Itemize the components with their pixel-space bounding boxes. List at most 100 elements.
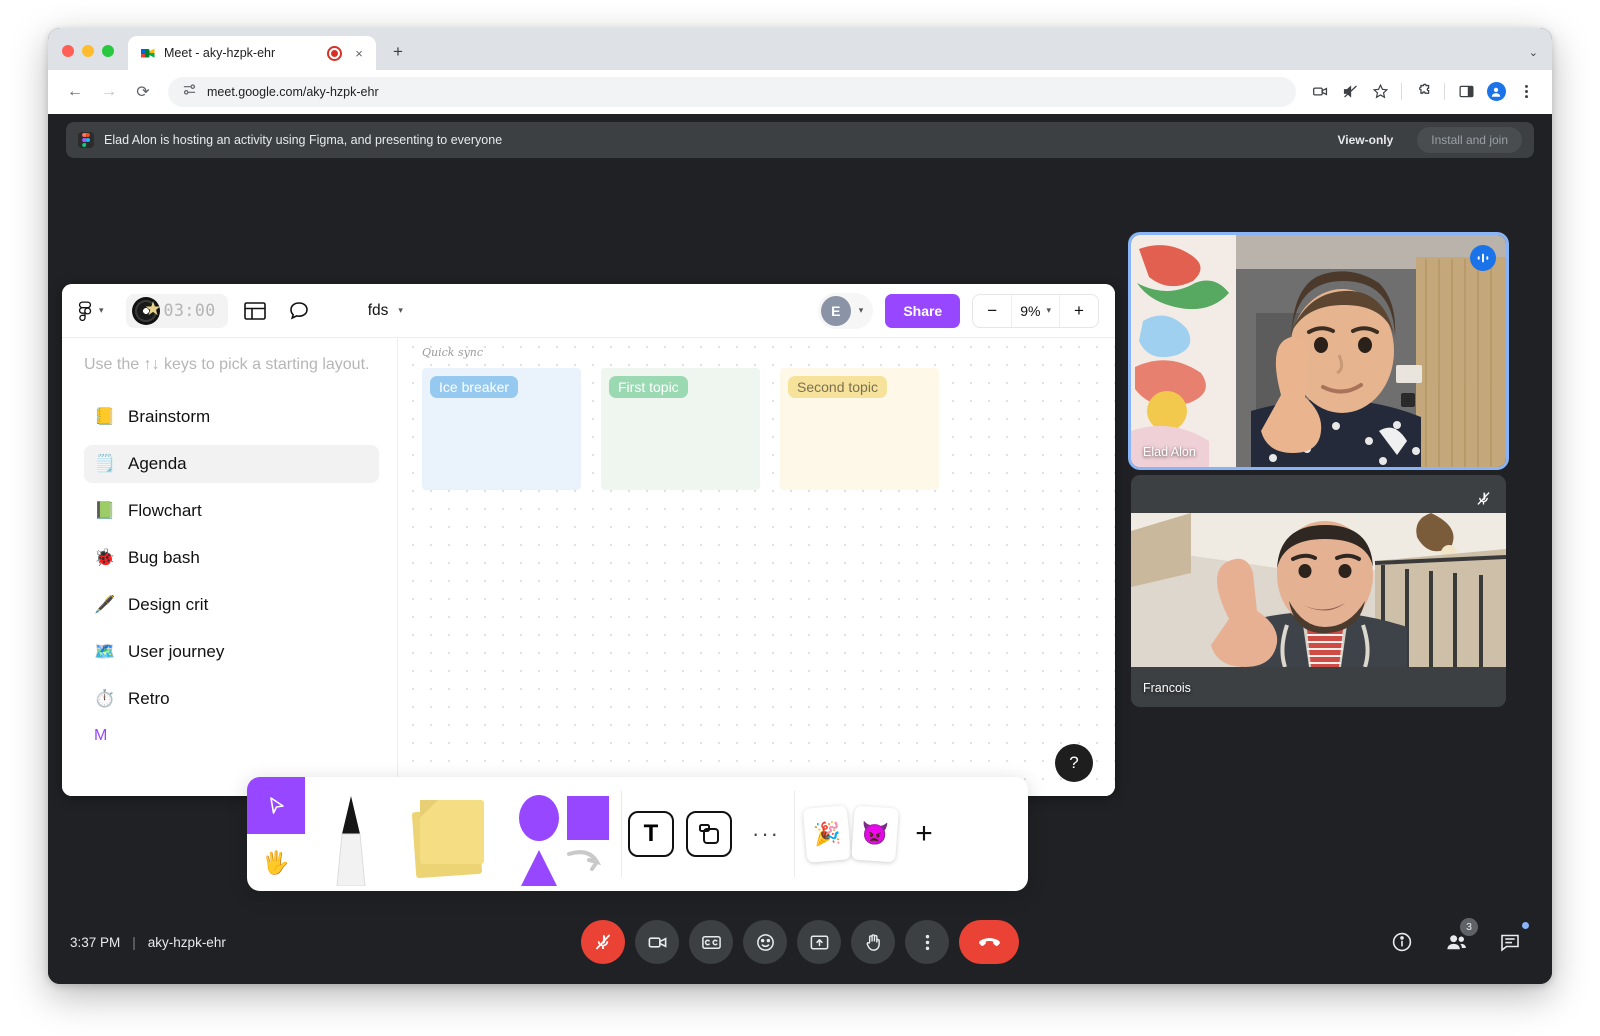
- activity-timer[interactable]: ★ 03:00: [125, 293, 228, 328]
- google-meet-favicon: [140, 45, 156, 61]
- sticky-note-icon[interactable]: [397, 777, 501, 891]
- agenda-icon: 🗒️: [94, 453, 116, 473]
- template-item-user-journey[interactable]: 🗺️ User journey: [84, 633, 379, 671]
- music-disc-icon: ★: [131, 296, 162, 325]
- browser-menu-icon[interactable]: [1512, 78, 1540, 106]
- forward-button[interactable]: →: [94, 77, 124, 107]
- microphone-button[interactable]: [581, 920, 625, 964]
- bookmark-star-icon[interactable]: [1366, 78, 1394, 106]
- captions-button[interactable]: [689, 920, 733, 964]
- camera-button[interactable]: [635, 920, 679, 964]
- raise-hand-button[interactable]: [851, 920, 895, 964]
- figma-logo-icon[interactable]: ▾: [78, 300, 104, 321]
- figjam-canvas[interactable]: Quick sync Ice breaker First topic Secon…: [398, 338, 1115, 796]
- agenda-columns: Ice breaker First topic Second topic: [422, 368, 939, 490]
- more-tools-button[interactable]: ···: [738, 821, 794, 847]
- hand-grab-icon[interactable]: 🖐: [247, 834, 305, 891]
- stickers-group: 🎉 👿 +: [795, 777, 957, 891]
- agenda-column[interactable]: Second topic: [780, 368, 939, 490]
- address-bar: ← → ⟳ meet.google.com/aky-hzpk-ehr: [48, 70, 1552, 114]
- zoom-out-button[interactable]: −: [973, 295, 1011, 327]
- meeting-info: 3:37 PM | aky-hzpk-ehr: [70, 935, 226, 950]
- reactions-button[interactable]: [743, 920, 787, 964]
- template-item-flowchart[interactable]: 📗 Flowchart: [84, 492, 379, 530]
- text-tool-button[interactable]: T: [628, 811, 674, 857]
- panel-layout-icon[interactable]: [238, 294, 272, 328]
- monster-sticker-icon[interactable]: 👿: [851, 805, 899, 863]
- participants-button[interactable]: 3: [1436, 918, 1478, 962]
- template-item-brainstorm[interactable]: 📒 Brainstorm: [84, 398, 379, 436]
- more-templates-link[interactable]: M: [84, 727, 379, 745]
- new-tab-button[interactable]: +: [384, 38, 412, 66]
- participant-tile-francois[interactable]: Francois: [1131, 475, 1506, 707]
- minimize-window-button[interactable]: [82, 45, 94, 57]
- template-item-agenda[interactable]: 🗒️ Agenda: [84, 444, 379, 483]
- help-button[interactable]: ?: [1055, 744, 1093, 782]
- separator: |: [132, 934, 136, 950]
- share-button[interactable]: Share: [885, 293, 961, 328]
- cursor-arrow-icon[interactable]: [247, 777, 305, 834]
- figma-icon: [78, 132, 94, 148]
- figjam-toolbar-right: E ▾ Share − 9% ▾ +: [817, 292, 1099, 329]
- back-button[interactable]: ←: [60, 77, 90, 107]
- template-label: Flowchart: [128, 500, 202, 520]
- activity-banner: Elad Alon is hosting an activity using F…: [66, 122, 1534, 158]
- url-input[interactable]: meet.google.com/aky-hzpk-ehr: [168, 76, 1296, 107]
- install-and-join-button[interactable]: Install and join: [1417, 127, 1522, 153]
- party-sticker-icon[interactable]: 🎉: [802, 805, 852, 863]
- window-traffic-lights[interactable]: [62, 45, 128, 70]
- side-panel-icon[interactable]: [1452, 78, 1480, 106]
- text-and-section-tools: T ···: [622, 777, 794, 891]
- meeting-details-button[interactable]: [1382, 922, 1422, 962]
- reload-button[interactable]: ⟳: [128, 77, 158, 107]
- close-window-button[interactable]: [62, 45, 74, 57]
- star-icon: ★: [144, 298, 162, 320]
- site-settings-icon[interactable]: [182, 82, 197, 102]
- cursor-tool-group: 🖐: [247, 777, 305, 891]
- end-call-button[interactable]: [959, 920, 1019, 964]
- participant-tile-elad-alon[interactable]: Elad Alon: [1131, 235, 1506, 467]
- bug-icon: 🐞: [94, 547, 116, 567]
- template-item-bug-bash[interactable]: 🐞 Bug bash: [84, 539, 379, 577]
- brainstorm-icon: 📒: [94, 406, 116, 426]
- template-label: Agenda: [128, 453, 187, 473]
- more-options-button[interactable]: [905, 920, 949, 964]
- present-button[interactable]: [797, 920, 841, 964]
- agenda-column[interactable]: Ice breaker: [422, 368, 581, 490]
- chat-unread-dot: [1522, 922, 1529, 929]
- avatar-group[interactable]: E ▾: [817, 292, 874, 329]
- zoom-in-button[interactable]: +: [1060, 295, 1098, 327]
- maximize-window-button[interactable]: [102, 45, 114, 57]
- participant-name: Francois: [1143, 681, 1191, 695]
- chat-button[interactable]: [1490, 922, 1530, 962]
- zoom-level[interactable]: 9% ▾: [1011, 294, 1060, 327]
- template-item-retro[interactable]: ⏱️ Retro: [84, 680, 379, 718]
- comment-bubble-icon[interactable]: [282, 294, 316, 328]
- figjam-file-title[interactable]: fds ▾: [368, 302, 403, 320]
- template-label: User journey: [128, 641, 225, 661]
- browser-window: Meet - aky-hzpk-ehr × + ⌄ ← → ⟳ meet.goo…: [48, 28, 1552, 984]
- browser-tab[interactable]: Meet - aky-hzpk-ehr ×: [128, 36, 376, 70]
- figjam-toolbar: ▾ ★ 03:00 fds ▾ E ▾ Share − 9% ▾ +: [62, 284, 1115, 338]
- template-item-design-crit[interactable]: 🖋️ Design crit: [84, 586, 379, 624]
- marker-pen-icon[interactable]: [305, 777, 397, 891]
- close-tab-button[interactable]: ×: [350, 44, 368, 62]
- extensions-puzzle-icon[interactable]: [1409, 78, 1437, 106]
- file-name: fds: [367, 301, 389, 319]
- call-controls: [581, 920, 1019, 964]
- column-title: Ice breaker: [430, 376, 519, 398]
- template-picker-hint: Use the ↑↓ keys to pick a starting layou…: [84, 356, 370, 373]
- template-label: Retro: [128, 688, 170, 708]
- add-sticker-button[interactable]: +: [901, 811, 947, 857]
- sound-muted-icon[interactable]: [1336, 78, 1364, 106]
- section-frame-icon[interactable]: [686, 811, 732, 857]
- template-label: Bug bash: [128, 547, 200, 567]
- chevron-down-icon: ▾: [398, 305, 403, 315]
- tab-list-menu-icon[interactable]: ⌄: [1529, 46, 1538, 59]
- agenda-column[interactable]: First topic: [601, 368, 760, 490]
- mic-muted-icon: [1470, 485, 1496, 511]
- profile-avatar-icon[interactable]: [1482, 78, 1510, 106]
- recording-tab-icon[interactable]: [327, 45, 342, 61]
- camera-blocked-icon[interactable]: [1306, 78, 1334, 106]
- shapes-icon[interactable]: [501, 777, 621, 891]
